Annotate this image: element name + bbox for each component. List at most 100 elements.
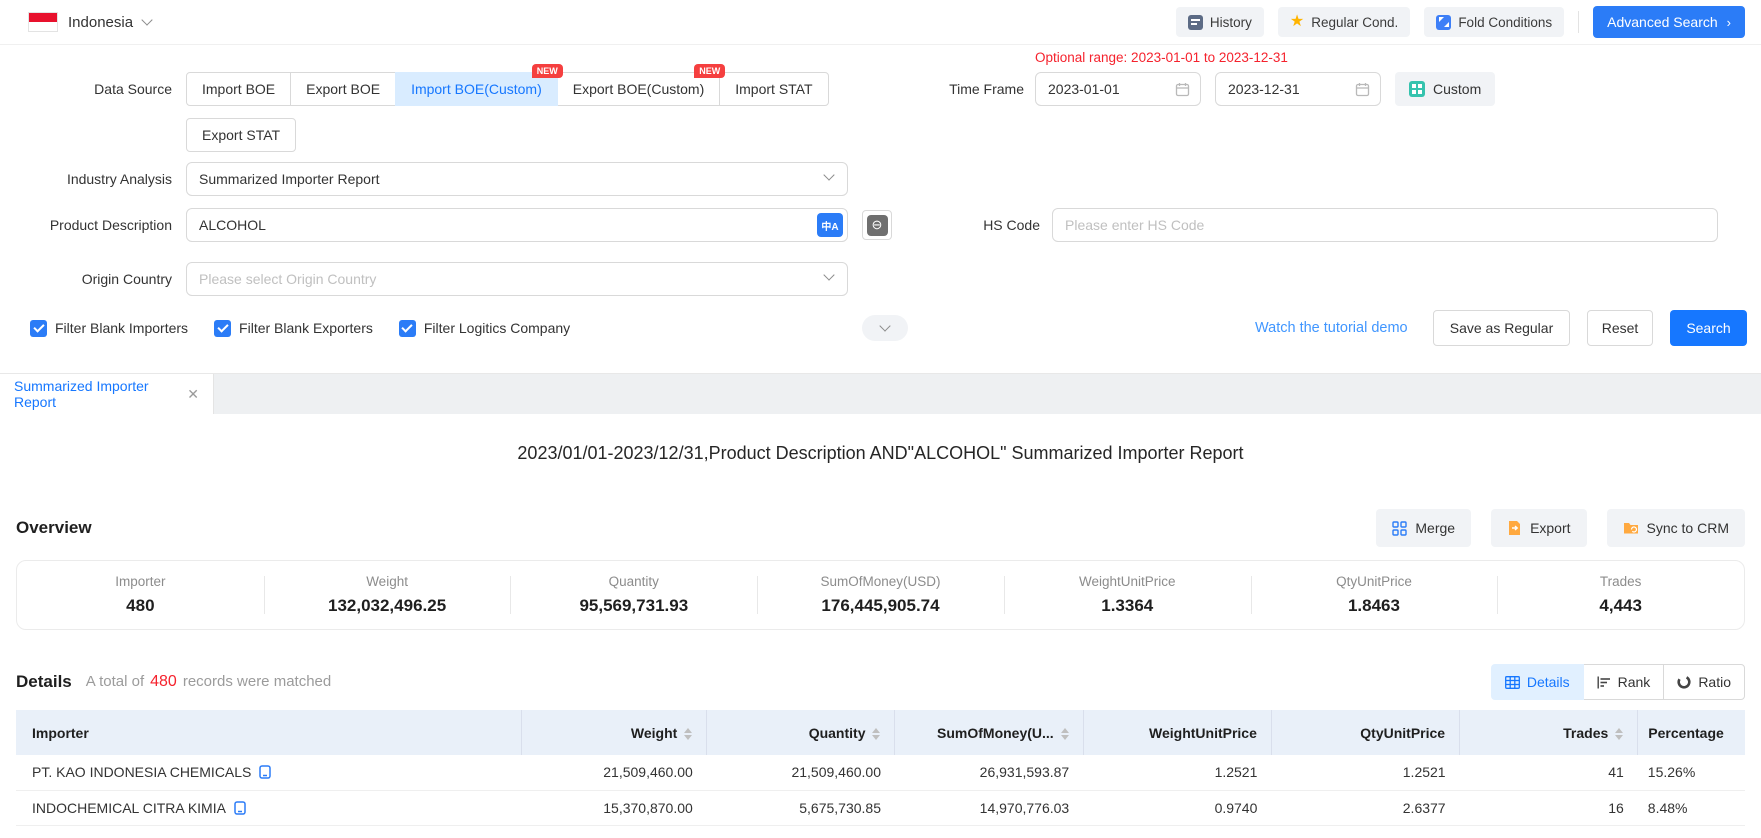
tab-export-boe-custom[interactable]: Export BOE(Custom) NEW xyxy=(557,72,720,106)
optional-range-hint: Optional range: 2023-01-01 to 2023-12-31 xyxy=(1035,50,1288,65)
product-description-label: Product Description xyxy=(0,208,172,242)
table-header-row: Importer Weight Quantity SumOfMoney(U...… xyxy=(16,710,1745,755)
tab-import-boe[interactable]: Import BOE xyxy=(186,72,291,106)
star-icon: ★ xyxy=(1290,14,1304,30)
importer-name[interactable]: PT. KAO INDONESIA CHEMICALS xyxy=(32,764,251,780)
new-badge: NEW xyxy=(694,64,725,78)
collapse-conditions-button[interactable] xyxy=(862,315,908,341)
importer-name[interactable]: INDOCHEMICAL CITRA KIMIA xyxy=(32,800,226,816)
rank-icon xyxy=(1597,676,1611,689)
data-source-row: Data Source Import BOE Export BOE Import… xyxy=(0,72,1761,106)
tab-export-boe[interactable]: Export BOE xyxy=(290,72,396,106)
table-row: PT. KAO INDONESIA CHEMICALS 21,509,460.0… xyxy=(16,755,1745,790)
fold-icon xyxy=(1436,15,1451,30)
checkbox-checked-icon xyxy=(399,320,416,337)
ratio-pie-icon xyxy=(1677,675,1691,689)
view-ratio-button[interactable]: Ratio xyxy=(1663,664,1745,700)
sort-icon[interactable] xyxy=(1061,728,1069,740)
view-rank-button[interactable]: Rank xyxy=(1583,664,1665,700)
merge-button[interactable]: Merge xyxy=(1376,509,1471,547)
result-tab-bar: Summarized Importer Report ✕ xyxy=(0,373,1761,414)
view-details-button[interactable]: Details xyxy=(1491,664,1584,700)
data-source-label: Data Source xyxy=(0,72,172,106)
filter-panel: Optional range: 2023-01-01 to 2023-12-31… xyxy=(0,45,1761,373)
tab-import-boe-custom[interactable]: Import BOE(Custom) NEW xyxy=(395,72,558,106)
product-description-input[interactable] xyxy=(187,217,817,233)
custom-range-button[interactable]: Custom xyxy=(1395,72,1495,106)
sync-to-crm-button[interactable]: Sync to CRM xyxy=(1607,509,1745,547)
origin-country-select[interactable]: Please select Origin Country xyxy=(186,262,848,296)
stat-weight: Weight 132,032,496.25 xyxy=(264,574,511,616)
filter-actions-row: Filter Blank Importers Filter Blank Expo… xyxy=(0,310,1761,346)
industry-analysis-row: Industry Analysis Summarized Importer Re… xyxy=(0,162,1761,196)
col-weight-unit-price: WeightUnitPrice xyxy=(1083,710,1271,755)
report-title: 2023/01/01-2023/12/31,Product Descriptio… xyxy=(16,443,1745,464)
sort-icon[interactable] xyxy=(684,728,692,740)
end-date-input[interactable]: 2023-12-31 xyxy=(1215,72,1381,106)
chevron-right-icon: › xyxy=(1727,15,1731,30)
data-source-tabs: Import BOE Export BOE Import BOE(Custom)… xyxy=(186,72,829,106)
tutorial-link[interactable]: Watch the tutorial demo xyxy=(1255,310,1408,346)
new-badge: NEW xyxy=(532,64,563,78)
history-icon xyxy=(1188,15,1203,30)
hs-code-input[interactable] xyxy=(1052,208,1718,242)
time-frame-label: Time Frame xyxy=(884,72,1024,106)
export-icon xyxy=(1507,520,1522,536)
tab-summarized-importer-report[interactable]: Summarized Importer Report ✕ xyxy=(0,374,214,414)
chevron-down-icon xyxy=(879,320,890,331)
divider xyxy=(1578,11,1579,33)
top-bar: Indonesia History ★ Regular Cond. Fold C… xyxy=(0,0,1761,45)
country-selector[interactable]: Indonesia xyxy=(28,12,151,32)
origin-country-row: Origin Country Please select Origin Coun… xyxy=(0,262,1761,296)
close-icon[interactable]: ✕ xyxy=(187,386,199,403)
regular-cond-button[interactable]: ★ Regular Cond. xyxy=(1278,7,1410,37)
sort-icon[interactable] xyxy=(872,728,880,740)
calendar-icon[interactable] xyxy=(1355,82,1370,97)
col-qty-unit-price: QtyUnitPrice xyxy=(1271,710,1459,755)
checkbox-filter-logistics-company[interactable]: Filter Logitics Company xyxy=(399,320,570,337)
start-date-input[interactable]: 2023-01-01 xyxy=(1035,72,1201,106)
calendar-icon[interactable] xyxy=(1175,82,1190,97)
reset-button[interactable]: Reset xyxy=(1587,310,1653,346)
country-name: Indonesia xyxy=(68,14,133,31)
sort-icon[interactable] xyxy=(1615,728,1623,740)
col-sum-of-money: SumOfMoney(U... xyxy=(895,710,1083,755)
stat-importer: Importer 480 xyxy=(17,574,264,616)
search-button[interactable]: Search xyxy=(1670,310,1747,346)
data-source-row-2: Export STAT xyxy=(0,118,1761,152)
industry-analysis-select[interactable]: Summarized Importer Report xyxy=(186,162,848,196)
stat-sum-of-money: SumOfMoney(USD) 176,445,905.74 xyxy=(757,574,1004,616)
overview-heading: Overview xyxy=(16,518,92,538)
filter-checkboxes: Filter Blank Importers Filter Blank Expo… xyxy=(30,310,570,346)
hs-code-label: HS Code xyxy=(880,208,1040,242)
checkbox-filter-blank-importers[interactable]: Filter Blank Importers xyxy=(30,320,188,337)
table-icon xyxy=(1505,676,1520,689)
product-description-field: 中A xyxy=(186,208,848,242)
export-button[interactable]: Export xyxy=(1491,509,1586,547)
translate-icon[interactable]: 中A xyxy=(817,213,843,237)
col-quantity: Quantity xyxy=(707,710,895,755)
fold-conditions-button[interactable]: Fold Conditions xyxy=(1424,7,1564,37)
save-as-regular-button[interactable]: Save as Regular xyxy=(1433,310,1570,346)
industry-analysis-label: Industry Analysis xyxy=(0,162,172,196)
history-button[interactable]: History xyxy=(1176,7,1264,37)
tab-export-stat[interactable]: Export STAT xyxy=(186,118,296,152)
chevron-down-icon xyxy=(141,14,152,25)
stat-qty-unit-price: QtyUnitPrice 1.8463 xyxy=(1251,574,1498,616)
details-table: Importer Weight Quantity SumOfMoney(U...… xyxy=(16,710,1745,826)
tab-import-stat[interactable]: Import STAT xyxy=(719,72,828,106)
view-switcher: Details Rank Ratio xyxy=(1491,664,1745,700)
advanced-search-button[interactable]: Advanced Search › xyxy=(1593,6,1745,38)
topbar-actions: History ★ Regular Cond. Fold Conditions … xyxy=(1176,6,1745,38)
custom-icon xyxy=(1409,81,1425,97)
overview-stats-card: Importer 480 Weight 132,032,496.25 Quant… xyxy=(16,560,1745,630)
chevron-down-icon xyxy=(823,169,834,180)
col-weight: Weight xyxy=(522,710,707,755)
checkbox-filter-blank-exporters[interactable]: Filter Blank Exporters xyxy=(214,320,373,337)
checkbox-checked-icon xyxy=(214,320,231,337)
col-importer: Importer xyxy=(16,710,522,755)
record-count: 480 xyxy=(150,673,177,690)
merge-icon xyxy=(1392,521,1407,536)
company-contact-icon[interactable] xyxy=(259,765,271,779)
company-contact-icon[interactable] xyxy=(234,801,246,815)
